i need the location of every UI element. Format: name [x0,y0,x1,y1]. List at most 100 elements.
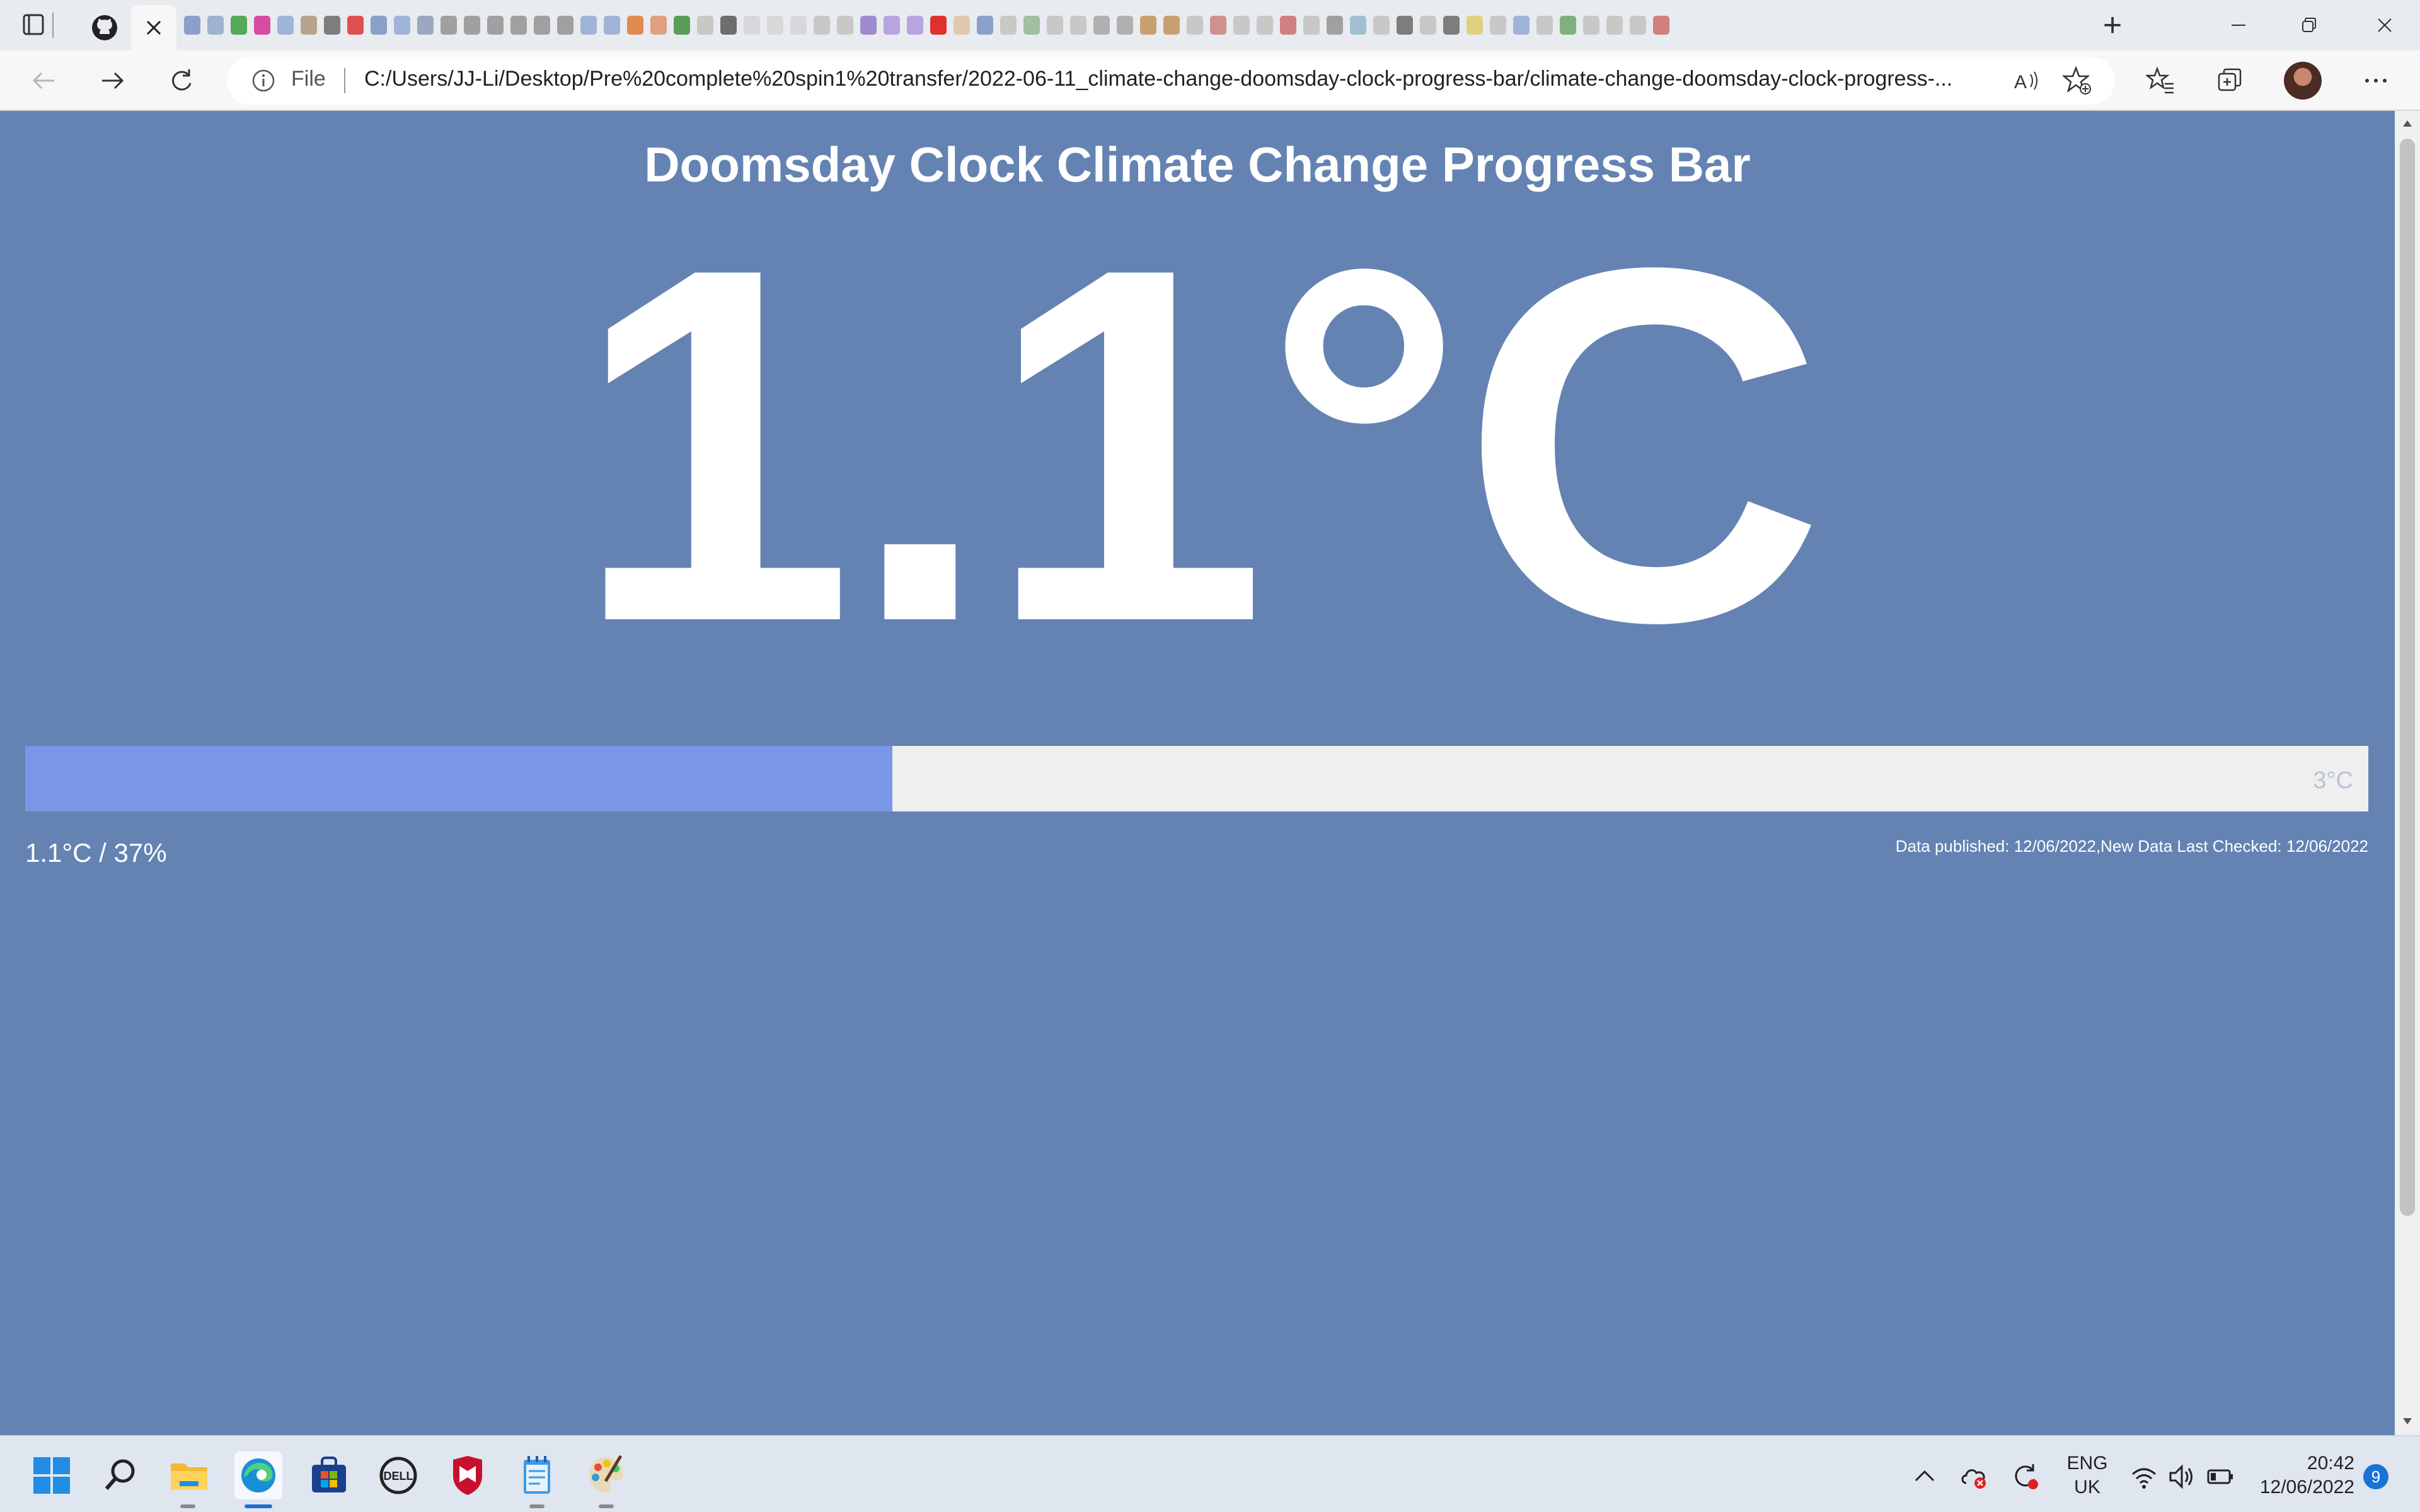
tab-favicon[interactable] [297,11,320,39]
tab-favicon[interactable] [460,11,483,39]
tab-favicon[interactable] [950,11,973,39]
tab-favicon[interactable] [1066,11,1090,39]
tab-favicon[interactable] [786,11,810,39]
tab-favicon[interactable] [343,11,367,39]
paint-button[interactable] [582,1452,630,1499]
collections-button[interactable] [2210,60,2250,101]
tab-favicon[interactable] [1276,11,1299,39]
tab-favicon[interactable] [670,11,693,39]
tab-favicon[interactable] [1206,11,1230,39]
profile-avatar[interactable] [2284,62,2322,100]
url-text[interactable]: C:/Users/JJ-Li/Desktop/Pre%20complete%20… [364,67,1990,91]
add-favorite-icon[interactable] [2062,66,2092,96]
scroll-up-icon[interactable] [2401,117,2414,130]
pinned-tab-github[interactable] [74,5,135,50]
tab-favicon[interactable] [1393,11,1416,39]
tab-favicon[interactable] [1649,11,1673,39]
store-button[interactable] [305,1452,353,1499]
tab-favicon[interactable] [320,11,343,39]
tab-favicon[interactable] [367,11,390,39]
notification-badge[interactable]: 9 [2363,1464,2388,1489]
tab-favicon[interactable] [577,11,600,39]
tab-actions-button[interactable] [15,10,60,40]
tab-favicon[interactable] [1090,11,1113,39]
tab-favicon[interactable] [1020,11,1043,39]
language-indicator[interactable]: ENG UK [2062,1452,2112,1499]
tab-favicon[interactable] [740,11,763,39]
tab-favicon[interactable] [1439,11,1463,39]
tab-favicon[interactable] [763,11,786,39]
tab-favicon[interactable] [227,11,250,39]
tab-favicon[interactable] [647,11,670,39]
tab-active[interactable] [131,5,176,50]
tab-favicon[interactable] [833,11,856,39]
tab-favicon[interactable] [1626,11,1649,39]
notepad-button[interactable] [513,1452,561,1499]
tab-favicon[interactable] [693,11,717,39]
sync-alert-icon[interactable] [2010,1462,2041,1492]
settings-more-button[interactable] [2356,60,2396,101]
scrollbar-thumb[interactable] [2400,139,2415,1216]
info-icon[interactable] [251,68,276,93]
tab-favicon[interactable] [1556,11,1579,39]
tab-favicon[interactable] [623,11,647,39]
scroll-down-icon[interactable] [2401,1415,2414,1428]
tab-favicon[interactable] [926,11,950,39]
tab-favicon[interactable] [973,11,996,39]
show-hidden-icons-icon[interactable] [1910,1462,1940,1492]
tab-favicon[interactable] [1043,11,1066,39]
file-explorer-button[interactable] [165,1452,213,1499]
tab-favicon[interactable] [507,11,530,39]
refresh-button[interactable] [159,60,204,101]
tab-favicon[interactable] [1509,11,1533,39]
tab-favicon[interactable] [1183,11,1206,39]
tab-favicon[interactable] [1253,11,1276,39]
tab-favicon[interactable] [1136,11,1160,39]
back-button[interactable] [21,60,67,101]
close-window-button[interactable] [2349,0,2420,50]
tab-favicon[interactable] [810,11,833,39]
close-tab-icon[interactable] [145,19,163,37]
tab-favicon[interactable] [204,11,227,39]
tab-favicon[interactable] [1603,11,1626,39]
tab-favicon[interactable] [250,11,274,39]
tab-favicon[interactable] [1463,11,1486,39]
volume-icon[interactable] [2167,1462,2197,1492]
tab-favicon[interactable] [1486,11,1509,39]
battery-icon[interactable] [2206,1462,2236,1492]
tab-favicon[interactable] [717,11,740,39]
tab-favicon[interactable] [437,11,460,39]
tab-favicon[interactable] [903,11,926,39]
tab-favicon[interactable] [880,11,903,39]
tab-favicon[interactable] [1533,11,1556,39]
tab-favicon[interactable] [856,11,880,39]
tab-favicon[interactable] [1416,11,1439,39]
restore-button[interactable] [2274,0,2344,50]
tab-favicon[interactable] [1369,11,1393,39]
mcafee-button[interactable] [444,1452,492,1499]
tab-favicon[interactable] [1230,11,1253,39]
tab-favicon[interactable] [1579,11,1603,39]
address-bar[interactable]: File C:/Users/JJ-Li/Desktop/Pre%20comple… [227,57,2115,105]
tab-favicon[interactable] [553,11,577,39]
dell-button[interactable]: DELL [374,1452,422,1499]
new-tab-button[interactable]: + [2092,7,2133,43]
tab-favicon[interactable] [600,11,623,39]
favorites-button[interactable] [2140,60,2181,101]
tab-favicon[interactable] [1160,11,1183,39]
tab-favicon[interactable] [1113,11,1136,39]
read-aloud-icon[interactable]: A [2012,66,2042,96]
start-button[interactable] [28,1452,76,1499]
minimize-button[interactable] [2203,0,2274,50]
wifi-icon[interactable] [2129,1462,2159,1492]
tab-favicon[interactable] [180,11,204,39]
tab-favicon[interactable] [413,11,437,39]
tab-favicon[interactable] [274,11,297,39]
tab-favicon[interactable] [390,11,413,39]
search-button[interactable] [97,1452,145,1499]
cloud-error-icon[interactable] [1959,1462,1989,1492]
tab-favicon[interactable] [530,11,553,39]
forward-button[interactable] [89,60,135,101]
edge-button[interactable] [234,1452,282,1499]
tab-favicon[interactable] [1346,11,1369,39]
